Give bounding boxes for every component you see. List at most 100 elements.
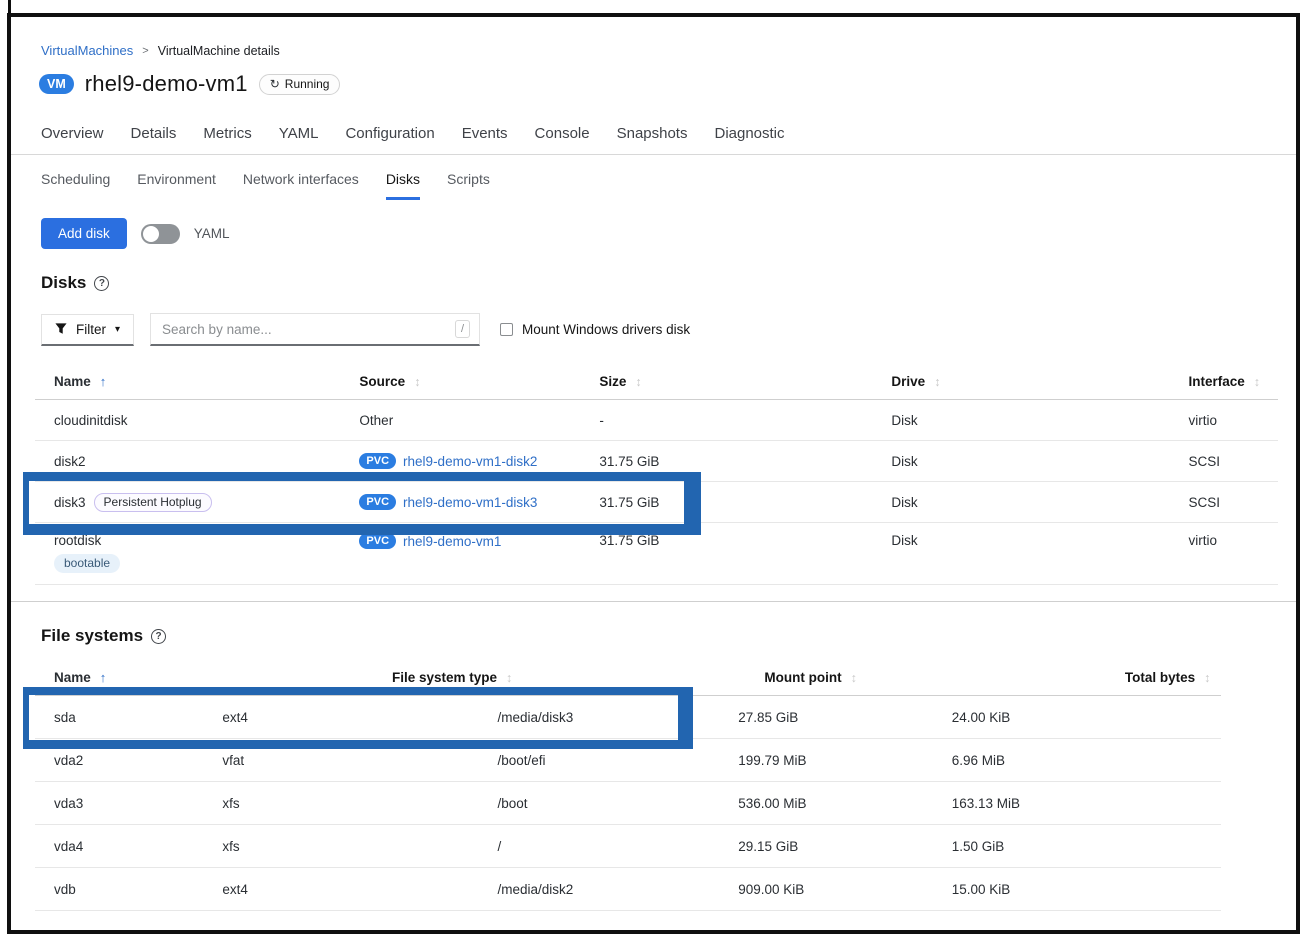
search-input[interactable]	[160, 321, 455, 338]
tab-configuration[interactable]: Configuration	[345, 125, 434, 142]
fs-total-bytes: 29.15 GiB	[738, 839, 951, 854]
column-header-source[interactable]: Source ↕	[359, 374, 599, 389]
disk-drive: Disk	[891, 495, 1188, 510]
help-icon[interactable]: ?	[94, 276, 109, 291]
disks-table: Name ↑ Source ↕ Size ↕ Drive ↕ Interface…	[35, 368, 1278, 585]
fs-name: vda2	[35, 753, 222, 768]
breadcrumb: VirtualMachines > VirtualMachine details	[41, 43, 1296, 58]
disk-size: 31.75 GiB	[599, 495, 891, 510]
status-badge: ↻ Running	[259, 74, 341, 95]
subtab-network-interfaces[interactable]: Network interfaces	[243, 171, 359, 200]
screenshot-frame: VirtualMachines > VirtualMachine details…	[7, 13, 1300, 934]
disk-drive: Disk	[891, 454, 1188, 469]
sort-icon: ↕	[506, 671, 512, 685]
filesystems-section-heading: File systems ?	[41, 626, 1296, 646]
sort-ascending-icon: ↑	[100, 374, 107, 389]
disk-name-cell: rootdisk bootable	[35, 533, 359, 573]
disk-source: PVC rhel9-demo-vm1-disk3	[359, 494, 599, 510]
disk-size: 31.75 GiB	[599, 454, 891, 469]
page-title: rhel9-demo-vm1	[85, 71, 248, 97]
disks-table-header: Name ↑ Source ↕ Size ↕ Drive ↕ Interface…	[35, 368, 1278, 400]
filter-funnel-icon	[55, 323, 67, 335]
pvc-badge: PVC	[359, 533, 396, 549]
table-row-rootdisk: rootdisk bootable PVC rhel9-demo-vm1 31.…	[35, 523, 1278, 585]
persistent-hotplug-label: Persistent Hotplug	[94, 493, 212, 512]
table-row-disk3: disk3 Persistent Hotplug PVC rhel9-demo-…	[35, 482, 1278, 523]
table-row-vda3: vda3 xfs /boot 536.00 MiB 163.13 MiB	[35, 782, 1221, 825]
filter-label: Filter	[76, 322, 106, 337]
sort-icon: ↕	[1254, 375, 1260, 389]
filter-dropdown[interactable]: Filter ▾	[41, 314, 134, 346]
fs-used-bytes: 6.96 MiB	[952, 753, 1221, 768]
subtab-environment[interactable]: Environment	[137, 171, 216, 200]
disk-name: disk3	[54, 495, 86, 510]
fs-total-bytes: 909.00 KiB	[738, 882, 951, 897]
breadcrumb-current: VirtualMachine details	[158, 44, 280, 58]
disk-source: PVC rhel9-demo-vm1-disk2	[359, 453, 599, 469]
disk-actions-row: Add disk YAML	[41, 218, 1296, 249]
fs-mount-point: /boot	[498, 796, 739, 811]
fs-name: vdb	[35, 882, 222, 897]
mount-windows-drivers-checkbox[interactable]	[500, 323, 513, 336]
disk-interface: SCSI	[1188, 454, 1278, 469]
configuration-subtabs: Scheduling Environment Network interface…	[11, 155, 1296, 200]
pvc-link[interactable]: rhel9-demo-vm1-disk2	[403, 454, 537, 469]
table-row-disk2: disk2 PVC rhel9-demo-vm1-disk2 31.75 GiB…	[35, 441, 1278, 482]
table-row-vda2: vda2 vfat /boot/efi 199.79 MiB 6.96 MiB	[35, 739, 1221, 782]
fs-mount-point: /boot/efi	[498, 753, 739, 768]
column-header-name[interactable]: Name ↑	[35, 374, 359, 389]
disk-name: rootdisk	[54, 533, 101, 548]
disk-source: PVC rhel9-demo-vm1	[359, 533, 599, 549]
tab-diagnostic[interactable]: Diagnostic	[714, 125, 784, 142]
chevron-down-icon: ▾	[115, 324, 120, 335]
fs-type: ext4	[222, 710, 497, 725]
add-disk-button[interactable]: Add disk	[41, 218, 127, 249]
subtab-disks[interactable]: Disks	[386, 171, 420, 200]
column-header-size[interactable]: Size ↕	[599, 374, 891, 389]
tab-console[interactable]: Console	[535, 125, 590, 142]
disk-name-cell: disk3 Persistent Hotplug	[35, 493, 359, 512]
disk-interface: SCSI	[1188, 495, 1278, 510]
help-icon[interactable]: ?	[151, 629, 166, 644]
column-header-drive[interactable]: Drive ↕	[891, 374, 1188, 389]
subtab-scripts[interactable]: Scripts	[447, 171, 490, 200]
yaml-toggle-knob	[143, 226, 159, 242]
fs-mount-point: /media/disk2	[498, 882, 739, 897]
fs-used-bytes: 15.00 KiB	[952, 882, 1221, 897]
disk-drive: Disk	[891, 413, 1188, 428]
tab-details[interactable]: Details	[131, 125, 177, 142]
filesystems-heading-text: File systems	[41, 626, 143, 646]
tab-snapshots[interactable]: Snapshots	[617, 125, 688, 142]
tab-overview[interactable]: Overview	[41, 125, 104, 142]
breadcrumb-virtualmachines-link[interactable]: VirtualMachines	[41, 43, 133, 58]
pvc-link[interactable]: rhel9-demo-vm1	[403, 534, 501, 549]
tab-yaml[interactable]: YAML	[279, 125, 319, 142]
table-row-vdb: vdb ext4 /media/disk2 909.00 KiB 15.00 K…	[35, 868, 1221, 911]
pvc-badge: PVC	[359, 453, 396, 469]
mount-windows-drivers-row: Mount Windows drivers disk	[500, 322, 690, 337]
pvc-link[interactable]: rhel9-demo-vm1-disk3	[403, 495, 537, 510]
disks-section-heading: Disks ?	[41, 273, 1296, 293]
tab-metrics[interactable]: Metrics	[203, 125, 251, 142]
subtab-scheduling[interactable]: Scheduling	[41, 171, 110, 200]
mount-windows-drivers-label: Mount Windows drivers disk	[522, 322, 690, 337]
column-header-total-bytes[interactable]: Total bytes ↕	[1125, 670, 1221, 685]
column-header-file-system-type[interactable]: File system type ↕	[392, 670, 764, 685]
column-header-mount-point[interactable]: Mount point ↕	[764, 670, 1125, 685]
disk-source: Other	[359, 413, 599, 428]
column-header-name[interactable]: Name ↑	[35, 670, 392, 685]
yaml-toggle[interactable]	[141, 224, 180, 244]
breadcrumb-separator-icon: >	[142, 45, 148, 57]
section-divider	[11, 601, 1296, 602]
disk-interface: virtio	[1188, 533, 1278, 548]
filesystems-table-header: Name ↑ File system type ↕ Mount point ↕ …	[35, 664, 1221, 696]
tab-events[interactable]: Events	[462, 125, 508, 142]
fs-type: ext4	[222, 882, 497, 897]
sort-icon: ↕	[635, 375, 641, 389]
filesystems-table: Name ↑ File system type ↕ Mount point ↕ …	[35, 664, 1221, 911]
disk-drive: Disk	[891, 533, 1188, 548]
fs-total-bytes: 536.00 MiB	[738, 796, 951, 811]
fs-type: xfs	[222, 796, 497, 811]
yaml-toggle-label: YAML	[194, 226, 230, 241]
column-header-interface[interactable]: Interface ↕	[1188, 374, 1278, 389]
